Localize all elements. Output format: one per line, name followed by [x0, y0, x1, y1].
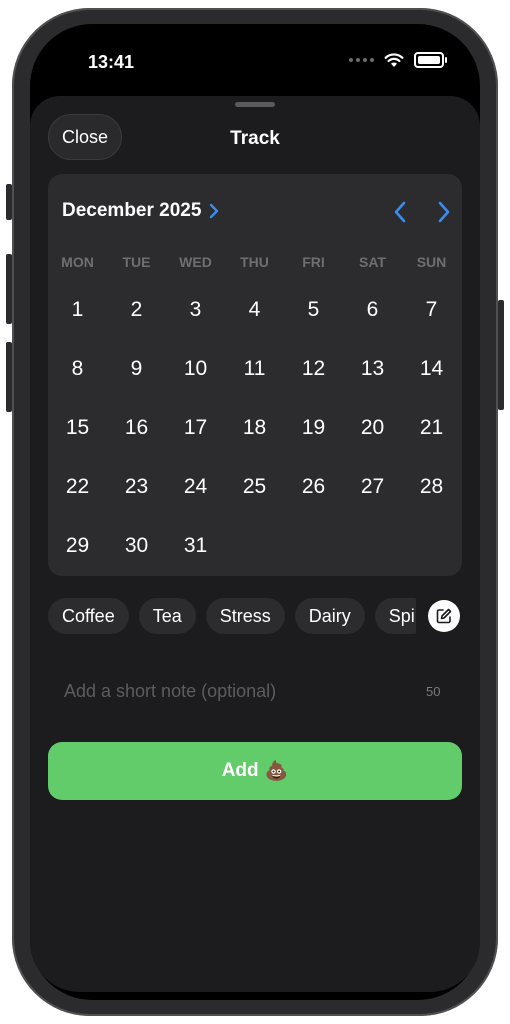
calendar-day[interactable]: 11: [225, 339, 284, 398]
calendar-day[interactable]: 29: [48, 516, 107, 575]
volume-up-button: [6, 254, 12, 324]
note-input[interactable]: [64, 676, 394, 706]
wifi-icon: [384, 52, 404, 67]
edit-tags-button[interactable]: [428, 600, 460, 632]
track-sheet: Close Track December 2025 MON TUE WED TH…: [30, 96, 480, 992]
calendar-day[interactable]: 20: [343, 398, 402, 457]
weekday-label: WED: [179, 254, 212, 270]
calendar-day[interactable]: 25: [225, 457, 284, 516]
calendar-day[interactable]: 10: [166, 339, 225, 398]
calendar-day[interactable]: 1: [48, 280, 107, 339]
weekday-label: MON: [61, 254, 94, 270]
calendar-day[interactable]: 15: [48, 398, 107, 457]
silent-switch: [6, 184, 12, 220]
calendar-day[interactable]: 17: [166, 398, 225, 457]
calendar-day[interactable]: 23: [107, 457, 166, 516]
tag-list: Coffee Tea Stress Dairy Spi: [48, 598, 416, 634]
tag-chip-dairy[interactable]: Dairy: [294, 598, 365, 634]
previous-month-button[interactable]: [388, 200, 412, 224]
tag-chip-spicy[interactable]: Spi: [374, 598, 416, 634]
volume-down-button: [6, 342, 12, 412]
chevron-right-icon: [438, 201, 450, 223]
calendar-day[interactable]: 28: [402, 457, 461, 516]
calendar-day[interactable]: 9: [107, 339, 166, 398]
status-bar: 13:41: [48, 44, 462, 80]
cellular-signal-icon: [349, 58, 374, 62]
tag-chip-stress[interactable]: Stress: [205, 598, 285, 634]
weekday-label: FRI: [302, 254, 325, 270]
day-grid: 1 2 3 4 5 6 7 8 9 10 11 12 13 14 15 16 1…: [48, 280, 462, 575]
status-time: 13:41: [88, 52, 135, 72]
next-month-button[interactable]: [432, 200, 456, 224]
note-char-counter: 50: [426, 684, 441, 699]
calendar-day[interactable]: 12: [284, 339, 343, 398]
add-button[interactable]: Add 💩: [48, 742, 462, 800]
calendar-day[interactable]: 14: [402, 339, 461, 398]
calendar-day[interactable]: 5: [284, 280, 343, 339]
calendar-day[interactable]: 19: [284, 398, 343, 457]
compose-icon: [436, 608, 452, 624]
sheet-grabber[interactable]: [235, 102, 275, 107]
calendar-day[interactable]: 22: [48, 457, 107, 516]
calendar-day[interactable]: 3: [166, 280, 225, 339]
calendar-day[interactable]: 18: [225, 398, 284, 457]
status-icons: [349, 52, 447, 68]
calendar: December 2025 MON TUE WED THU FRI SAT SU…: [48, 174, 462, 576]
calendar-day[interactable]: 16: [107, 398, 166, 457]
chevron-right-small-icon: [210, 203, 219, 219]
weekday-label: THU: [240, 254, 269, 270]
poop-emoji-icon: 💩: [264, 761, 289, 782]
month-navigation: [388, 200, 456, 224]
month-label: December 2025: [62, 200, 202, 221]
weekday-label: SUN: [416, 254, 447, 270]
calendar-day[interactable]: 4: [225, 280, 284, 339]
month-picker-button[interactable]: December 2025: [62, 200, 219, 222]
power-button: [498, 300, 504, 410]
calendar-day[interactable]: 8: [48, 339, 107, 398]
tag-chip-coffee[interactable]: Coffee: [48, 598, 129, 634]
calendar-day[interactable]: 27: [343, 457, 402, 516]
calendar-day[interactable]: 30: [107, 516, 166, 575]
weekday-label: SAT: [359, 254, 386, 270]
tag-chip-tea[interactable]: Tea: [138, 598, 196, 634]
calendar-day[interactable]: 31: [166, 516, 225, 575]
battery-icon: [414, 52, 447, 68]
calendar-day[interactable]: 2: [107, 280, 166, 339]
weekday-header: MON TUE WED THU FRI SAT SUN: [48, 254, 462, 270]
tag-scroller[interactable]: Coffee Tea Stress Dairy Spi: [48, 598, 416, 636]
calendar-day[interactable]: 24: [166, 457, 225, 516]
weekday-label: TUE: [122, 254, 151, 270]
calendar-day[interactable]: 13: [343, 339, 402, 398]
sheet-title: Track: [230, 128, 280, 149]
calendar-day[interactable]: 21: [402, 398, 461, 457]
chevron-left-icon: [394, 201, 406, 223]
calendar-day[interactable]: 6: [343, 280, 402, 339]
calendar-day[interactable]: 7: [402, 280, 461, 339]
add-button-label: Add: [221, 760, 259, 781]
calendar-day[interactable]: 26: [284, 457, 343, 516]
